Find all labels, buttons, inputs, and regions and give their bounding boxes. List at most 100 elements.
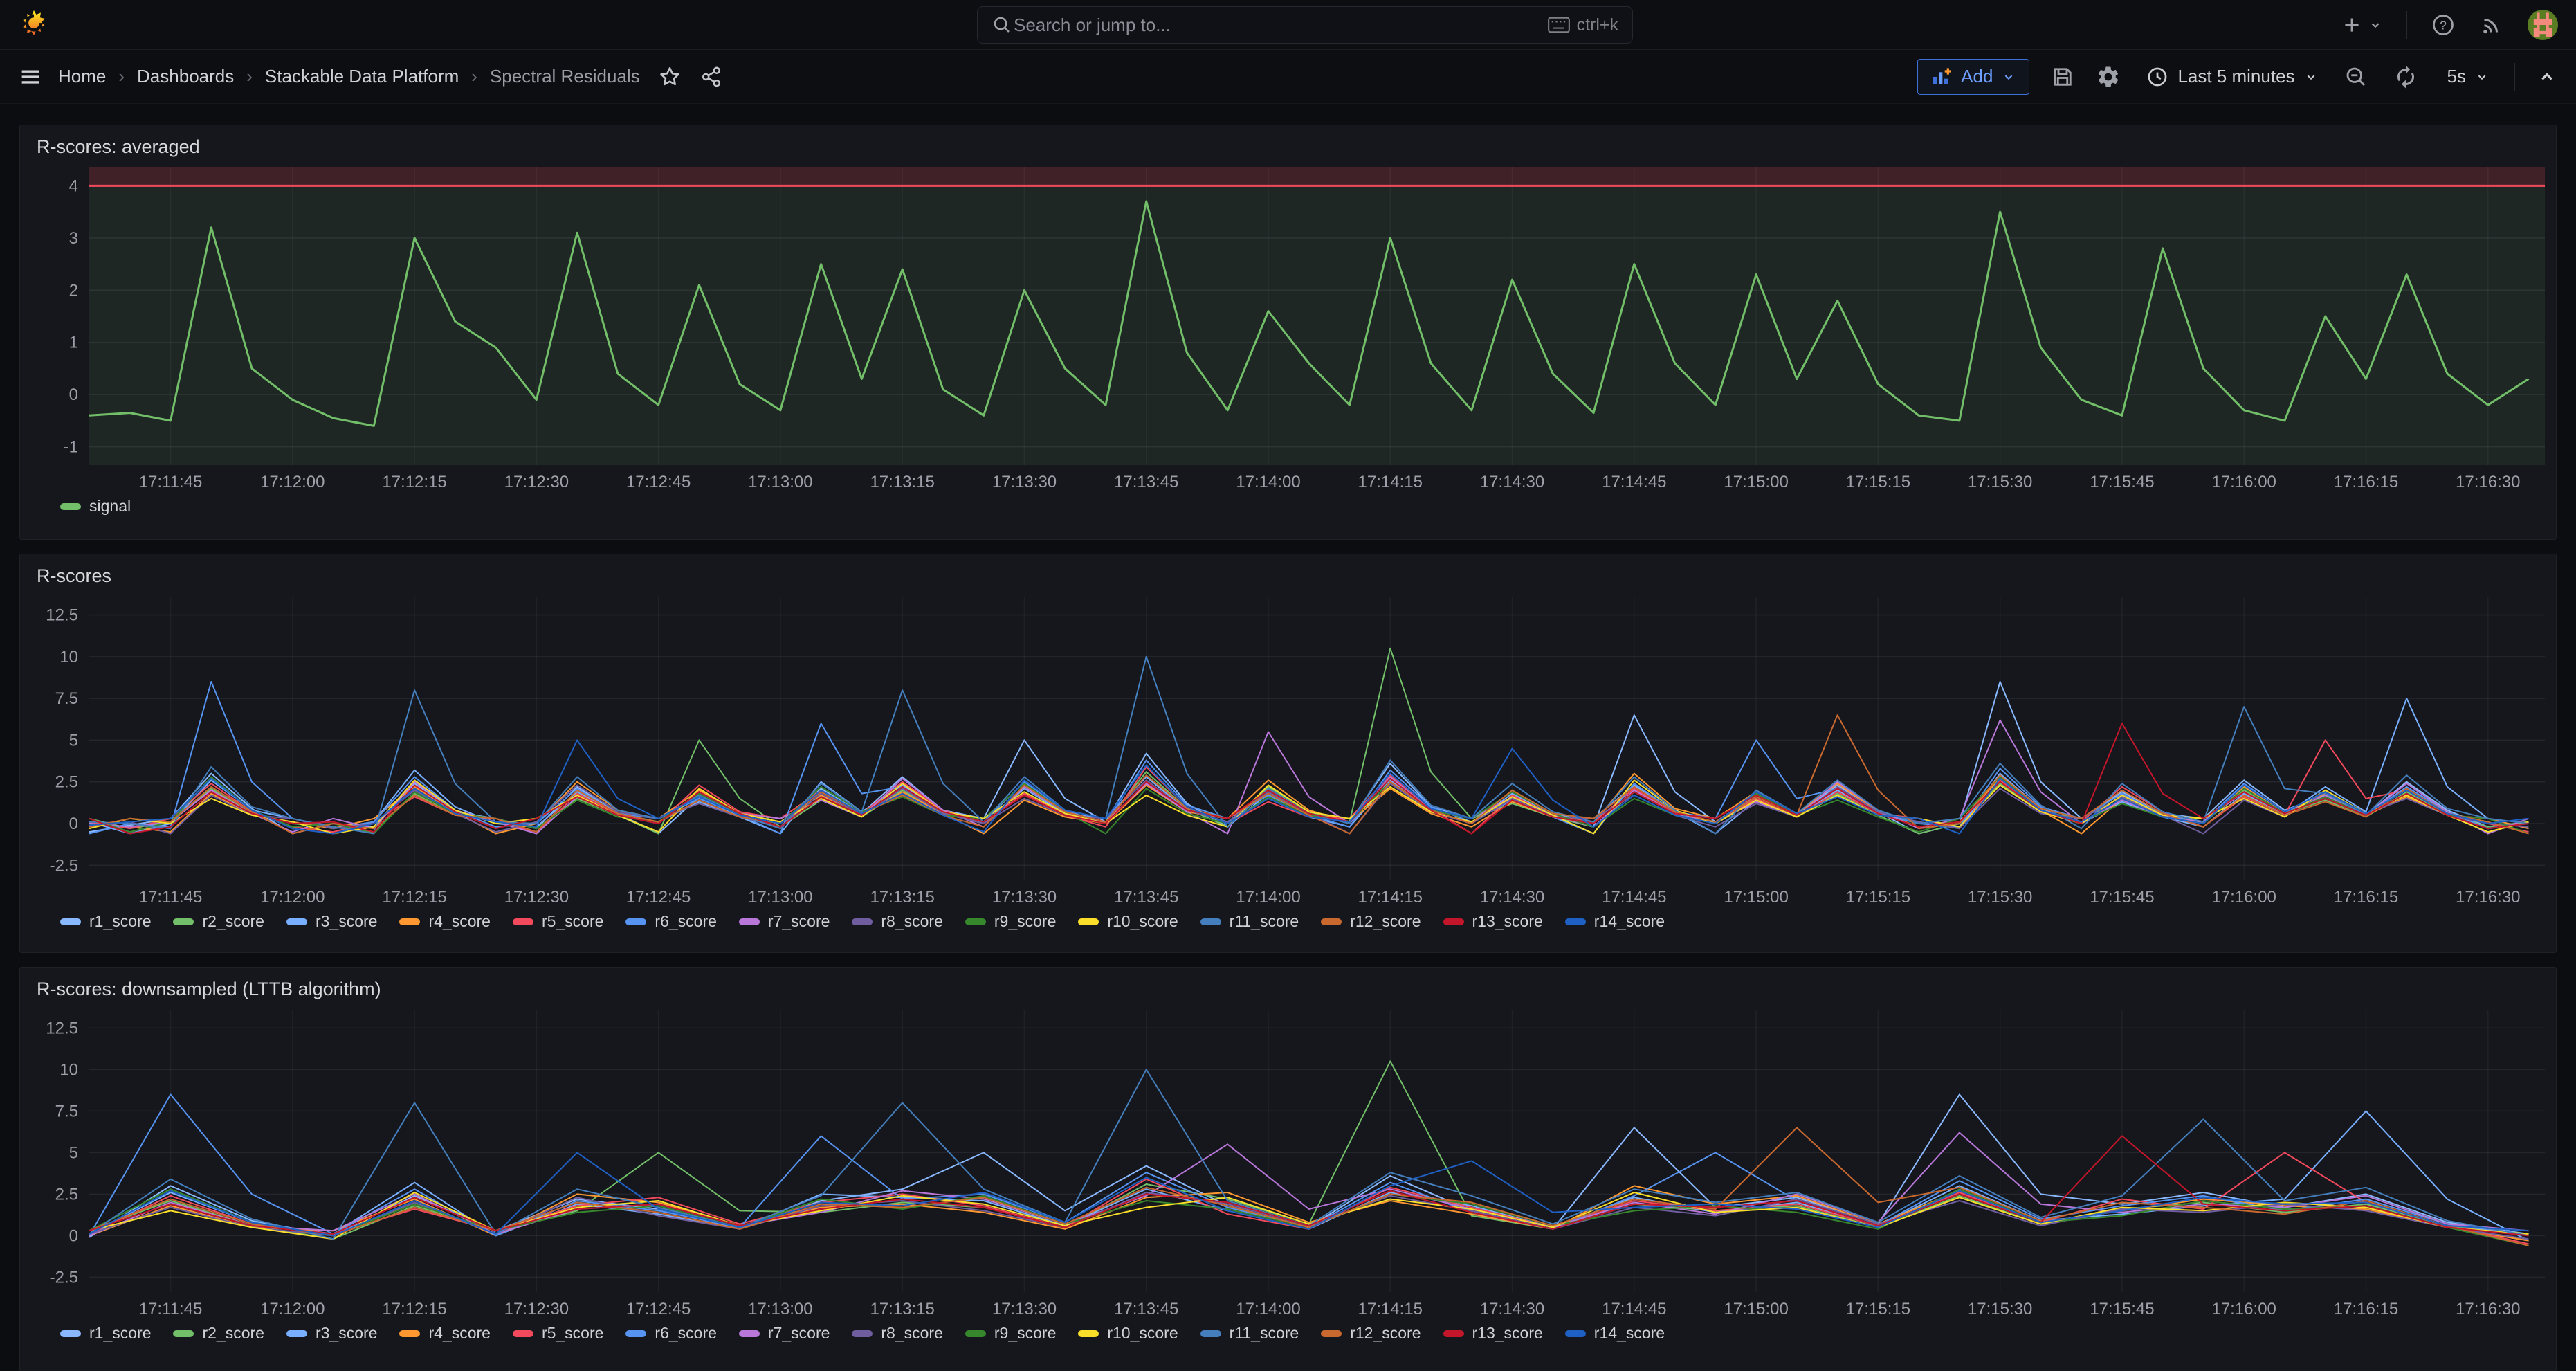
share-icon [700,65,723,89]
add-panel-button[interactable]: Add [1917,59,2029,95]
breadcrumb-dashboards[interactable]: Dashboards [137,66,234,87]
x-axis-tick-label: 17:15:45 [2090,1300,2154,1318]
legend-item-r1_score[interactable]: r1_score [60,1324,151,1343]
save-dashboard-button[interactable] [2050,64,2075,89]
legend-item-signal[interactable]: signal [60,497,131,516]
favorite-button[interactable] [658,65,682,89]
legend-item-r14_score[interactable]: r14_score [1565,1324,1665,1343]
legend-item-r2_score[interactable]: r2_score [173,1324,264,1343]
add-panel-icon [1930,66,1953,88]
x-axis-tick-label: 17:13:15 [870,1300,934,1318]
legend-item-r1_score[interactable]: r1_score [60,912,151,931]
y-axis-tick-label: 10 [60,648,78,666]
legend-item-r4_score[interactable]: r4_score [399,1324,490,1343]
chevron-down-icon [2303,69,2319,84]
series-line-r5_score [89,740,2529,833]
y-axis-tick-label: 5 [69,1143,78,1162]
legend-item-r10_score[interactable]: r10_score [1078,912,1178,931]
profile-avatar[interactable] [2528,10,2558,40]
legend-item-r7_score[interactable]: r7_score [739,912,830,931]
collapse-toolbar-button[interactable] [2536,66,2558,88]
x-axis-tick-label: 17:14:30 [1480,1300,1544,1318]
legend-item-r13_score[interactable]: r13_score [1443,912,1543,931]
legend-swatch [513,918,533,925]
panel-title[interactable]: R-scores [20,554,111,590]
legend-swatch [286,918,307,925]
legend-swatch [1321,1330,1342,1337]
legend-label: r11_score [1230,912,1299,931]
time-series-chart[interactable]: -10123417:11:4517:12:0017:12:1517:12:301… [20,161,2555,494]
legend-swatch [399,1330,420,1337]
legend-item-r11_score[interactable]: r11_score [1200,912,1299,931]
legend-label: r8_score [881,1324,942,1343]
zoom-out-time-button[interactable] [2344,64,2368,89]
menu-toggle-button[interactable] [18,64,43,89]
news-button[interactable] [2479,12,2504,37]
panel-title[interactable]: R-scores: averaged [20,125,200,161]
y-axis-tick-label: 3 [69,229,78,248]
help-button[interactable]: ? [2431,12,2456,37]
legend-label: r5_score [542,912,603,931]
legend-swatch [1565,1330,1586,1337]
series-line-r3_score [89,1111,2529,1240]
legend-item-r6_score[interactable]: r6_score [625,1324,716,1343]
y-axis-tick-label: 2.5 [55,1185,78,1204]
legend-item-r10_score[interactable]: r10_score [1078,1324,1178,1343]
legend-item-r13_score[interactable]: r13_score [1443,1324,1543,1343]
legend-item-r4_score[interactable]: r4_score [399,912,490,931]
legend-item-r8_score[interactable]: r8_score [852,1324,942,1343]
x-axis-tick-label: 17:14:15 [1358,888,1423,907]
x-axis-tick-label: 17:12:45 [626,473,691,491]
y-axis-tick-label: 0 [69,1226,78,1245]
x-axis-tick-label: 17:15:00 [1724,473,1788,491]
legend-item-r5_score[interactable]: r5_score [513,1324,603,1343]
legend-item-r9_score[interactable]: r9_score [965,912,1056,931]
x-axis-tick-label: 17:13:00 [748,888,812,907]
x-axis-tick-label: 17:14:30 [1480,473,1544,491]
legend-item-r3_score[interactable]: r3_score [286,1324,377,1343]
legend-item-r6_score[interactable]: r6_score [625,912,716,931]
toolbar-controls: Add [1917,59,2558,95]
legend-label: r6_score [655,912,716,931]
panel-title[interactable]: R-scores: downsampled (LTTB algorithm) [20,968,381,1003]
refresh-interval-picker[interactable]: 5s [2443,65,2494,88]
new-button[interactable] [2340,13,2383,37]
search-input[interactable] [1012,14,1548,37]
series-line-r9_score [89,777,2529,834]
legend-swatch [739,918,760,925]
legend-swatch [1443,918,1464,925]
share-button[interactable] [700,65,723,89]
x-axis-tick-label: 17:14:15 [1358,473,1423,491]
search-bar[interactable]: ctrl+k [977,6,1633,44]
legend-item-r9_score[interactable]: r9_score [965,1324,1056,1343]
legend-item-r5_score[interactable]: r5_score [513,912,603,931]
x-axis-tick-label: 17:15:30 [1968,1300,2032,1318]
series-line-r8_score [89,1192,2529,1239]
y-axis-tick-label: 2 [69,281,78,300]
legend-item-r8_score[interactable]: r8_score [852,912,942,931]
legend-item-r11_score[interactable]: r11_score [1200,1324,1299,1343]
y-axis-tick-label: 0 [69,815,78,833]
legend-swatch [1565,918,1586,925]
legend-item-r7_score[interactable]: r7_score [739,1324,830,1343]
legend-item-r14_score[interactable]: r14_score [1565,912,1665,931]
breadcrumb-current-dashboard: Spectral Residuals [490,66,640,87]
time-range-picker[interactable]: Last 5 minutes [2141,64,2322,89]
time-series-chart[interactable]: -2.502.557.51012.517:11:4517:12:0017:12:… [20,1003,2555,1321]
legend-label: r10_score [1107,912,1178,931]
y-axis-tick-label: 12.5 [46,606,78,625]
dashboard-settings-button[interactable] [2096,64,2121,89]
x-axis-tick-label: 17:12:30 [504,1300,569,1318]
legend-item-r12_score[interactable]: r12_score [1321,1324,1421,1343]
legend-swatch [1321,918,1342,925]
legend-label: r12_score [1350,912,1421,931]
breadcrumb-folder[interactable]: Stackable Data Platform [265,66,459,87]
y-axis-tick-label: 2.5 [55,773,78,792]
x-axis-tick-label: 17:12:15 [382,888,446,907]
breadcrumb-home[interactable]: Home [58,66,106,87]
legend-item-r2_score[interactable]: r2_score [173,912,264,931]
legend-item-r3_score[interactable]: r3_score [286,912,377,931]
time-series-chart[interactable]: -2.502.557.51012.517:11:4517:12:0017:12:… [20,590,2555,909]
refresh-button[interactable] [2389,64,2422,90]
legend-item-r12_score[interactable]: r12_score [1321,912,1421,931]
